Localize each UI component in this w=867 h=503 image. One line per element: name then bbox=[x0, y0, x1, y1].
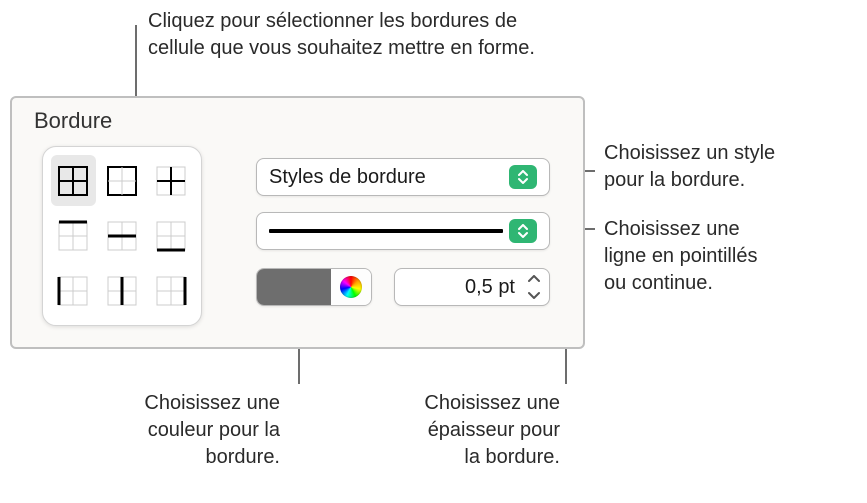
border-left-icon bbox=[57, 275, 89, 307]
border-right-icon bbox=[155, 275, 187, 307]
callout-color: Choisissez unecouleur pour labordure. bbox=[70, 390, 280, 471]
chevron-down-icon bbox=[528, 291, 540, 299]
dropdown-arrow-button[interactable] bbox=[509, 219, 537, 243]
dropdown-arrow-button[interactable] bbox=[509, 165, 537, 189]
color-wheel-icon bbox=[340, 276, 362, 298]
border-outside-icon bbox=[106, 165, 138, 197]
border-top-icon bbox=[57, 220, 89, 252]
border-hmid-icon bbox=[106, 220, 138, 252]
color-swatch[interactable] bbox=[257, 269, 331, 305]
stepper-down[interactable] bbox=[523, 288, 545, 302]
border-panel: Bordure bbox=[10, 96, 585, 349]
chevrons-updown-icon bbox=[516, 170, 530, 184]
border-style-dropdown[interactable]: Styles de bordure bbox=[256, 158, 550, 196]
chevron-up-icon bbox=[528, 275, 540, 283]
border-selector-grid bbox=[42, 146, 202, 326]
callout-thickness: Choisissez uneépaisseur pourla bordure. bbox=[350, 390, 560, 471]
border-bottom[interactable] bbox=[148, 210, 193, 261]
line-style-dropdown[interactable] bbox=[256, 212, 550, 250]
stepper-arrows bbox=[523, 272, 545, 302]
stepper-up[interactable] bbox=[523, 272, 545, 286]
border-outside[interactable] bbox=[100, 155, 145, 206]
border-inside-icon bbox=[155, 165, 187, 197]
border-left[interactable] bbox=[51, 266, 96, 317]
callout-line: Choisissez uneligne en pointillésou cont… bbox=[604, 216, 854, 297]
thickness-value: 0,5 pt bbox=[407, 276, 523, 299]
chevrons-updown-icon bbox=[516, 224, 530, 238]
border-all[interactable] bbox=[51, 155, 96, 206]
color-well[interactable] bbox=[256, 268, 372, 306]
border-inside[interactable] bbox=[148, 155, 193, 206]
border-bottom-icon bbox=[155, 220, 187, 252]
border-all-icon bbox=[57, 165, 89, 197]
border-vertical-middle[interactable] bbox=[100, 266, 145, 317]
border-right[interactable] bbox=[148, 266, 193, 317]
section-title: Bordure bbox=[34, 108, 112, 134]
border-style-label: Styles de bordure bbox=[269, 166, 503, 189]
thickness-stepper[interactable]: 0,5 pt bbox=[394, 268, 550, 306]
border-horizontal-middle[interactable] bbox=[100, 210, 145, 261]
border-top[interactable] bbox=[51, 210, 96, 261]
callout-style: Choisissez un stylepour la bordure. bbox=[604, 140, 854, 194]
border-vmid-icon bbox=[106, 275, 138, 307]
line-preview-solid bbox=[269, 229, 503, 233]
color-picker-button[interactable] bbox=[331, 269, 371, 305]
callout-top: Cliquez pour sélectionner les bordures d… bbox=[148, 8, 648, 62]
